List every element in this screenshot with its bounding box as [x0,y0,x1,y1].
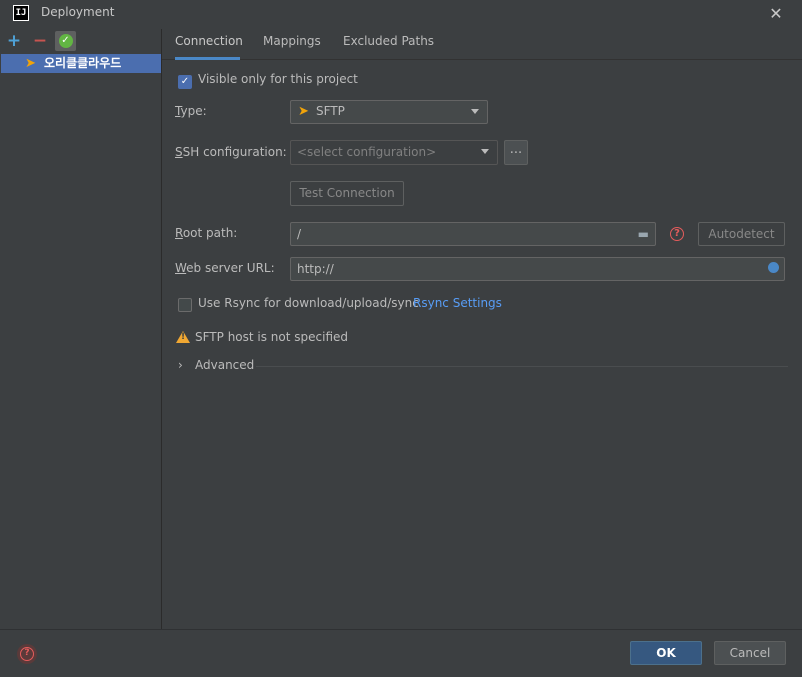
footer-divider [0,629,802,630]
help-icon: ? [20,647,34,661]
visible-only-label: Visible only for this project [198,72,358,86]
chevron-down-icon [471,109,479,114]
server-name: 오리클클라우드 [44,56,122,70]
check-icon: ✓ [58,34,73,48]
rsync-checkbox[interactable] [178,298,192,312]
type-select[interactable]: ➤ SFTP [290,100,488,124]
autodetect-button[interactable]: Autodetect [698,222,785,246]
chevron-right-icon[interactable]: › [178,358,183,372]
ssh-config-label: SSH configuration: [175,145,287,159]
sftp-server-icon: ➤ [25,56,36,71]
ssh-config-more-button[interactable]: ... [504,140,528,165]
ok-button[interactable]: OK [630,641,702,665]
type-label: Type: [175,104,207,118]
window-title: Deployment [41,5,115,19]
rsync-label: Use Rsync for download/upload/sync [198,296,419,310]
advanced-toggle[interactable]: Advanced [195,358,254,372]
folder-icon[interactable]: ▬ [638,223,649,245]
chevron-down-icon [481,149,489,154]
help-button[interactable]: ? [17,644,37,664]
root-path-value: / [297,227,302,241]
advanced-divider [256,366,788,367]
rsync-settings-link[interactable]: Rsync Settings [413,296,502,310]
web-url-input[interactable]: http:// [290,257,785,281]
tab-excluded-paths[interactable]: Excluded Paths [343,29,434,60]
tab-mappings[interactable]: Mappings [263,29,321,60]
tab-connection[interactable]: Connection [175,29,243,60]
server-list-panel [0,29,162,629]
close-icon[interactable]: ✕ [766,4,786,24]
add-icon[interactable]: + [6,33,22,50]
test-connection-button[interactable]: Test Connection [290,181,404,206]
web-url-value: http:// [297,262,334,276]
tab-bar [162,29,802,60]
ssh-config-select[interactable]: <select configuration> [290,140,498,165]
warning-message: SFTP host is not specified [195,330,349,344]
web-url-label: Web server URL: [175,261,275,275]
server-list-item[interactable]: ➤ 오리클클라우드 [1,54,161,73]
root-path-input[interactable]: / ▬ [290,222,656,246]
sftp-icon: ➤ [298,104,309,119]
remove-icon[interactable]: − [32,33,48,50]
globe-icon[interactable] [768,262,779,273]
app-logo-icon: IJ [13,5,29,21]
ssh-config-placeholder: <select configuration> [297,145,437,159]
title-bar [0,0,802,28]
type-value: SFTP [316,104,345,118]
help-icon[interactable]: ? [670,227,684,241]
warning-icon: ! [176,331,190,343]
root-path-label: Root path: [175,226,238,240]
cancel-button[interactable]: Cancel [714,641,786,665]
visible-only-checkbox[interactable]: ✓ [178,75,192,89]
set-default-icon[interactable]: ✓ [55,31,76,51]
